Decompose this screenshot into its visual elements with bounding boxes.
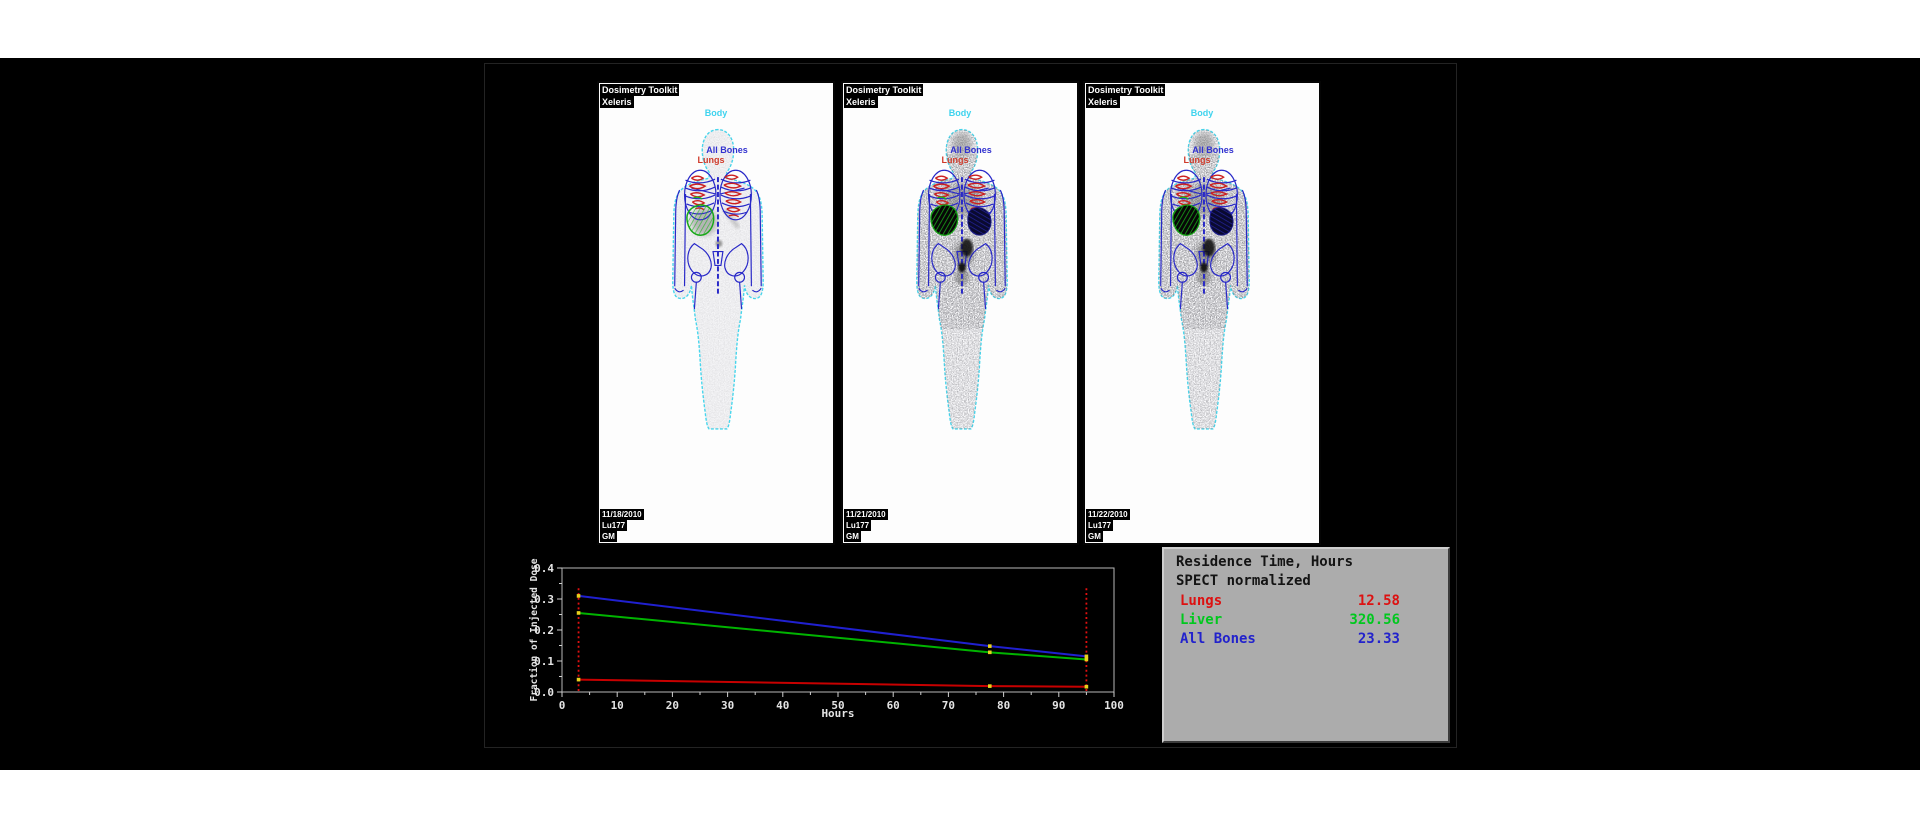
workspace: Body All Bones Lungs Dosimetry Toolkit X… bbox=[0, 58, 1920, 770]
svg-text:60: 60 bbox=[887, 699, 900, 712]
operator-label: GM bbox=[1086, 531, 1103, 542]
svg-text:100: 100 bbox=[1104, 699, 1124, 712]
dose-chart[interactable]: 01020304050607080901000.00.10.20.30.4Hou… bbox=[525, 556, 1125, 752]
panel-header-chips: Dosimetry Toolkit Xeleris bbox=[1086, 84, 1165, 108]
svg-text:80: 80 bbox=[997, 699, 1010, 712]
svg-text:90: 90 bbox=[1052, 699, 1065, 712]
body-contour-label: Body bbox=[843, 108, 1077, 118]
panel-footer-chips: 11/21/2010 Lu177 GM bbox=[844, 509, 888, 542]
organ-value: 12.58 bbox=[1358, 592, 1400, 611]
svg-text:0: 0 bbox=[559, 699, 566, 712]
isotope-label: Lu177 bbox=[600, 520, 627, 531]
system-label: Xeleris bbox=[1086, 96, 1120, 108]
svg-text:Hours: Hours bbox=[821, 707, 854, 720]
scan-date-label: 11/18/2010 bbox=[600, 509, 644, 520]
scan-panel-2[interactable]: Body All Bones Lungs Dosimetry Toolkit X… bbox=[841, 81, 1079, 545]
scan-date-label: 11/22/2010 bbox=[1086, 509, 1130, 520]
bones-contour-label: All Bones bbox=[843, 145, 1077, 155]
body-contour-label: Body bbox=[1085, 108, 1319, 118]
residence-row-bones: All Bones 23.33 bbox=[1164, 630, 1448, 649]
svg-text:20: 20 bbox=[666, 699, 679, 712]
scan-date-label: 11/21/2010 bbox=[844, 509, 888, 520]
screen: Body All Bones Lungs Dosimetry Toolkit X… bbox=[0, 0, 1920, 830]
isotope-label: Lu177 bbox=[844, 520, 871, 531]
svg-text:40: 40 bbox=[776, 699, 789, 712]
system-label: Xeleris bbox=[600, 96, 634, 108]
body-contour-label: Body bbox=[599, 108, 833, 118]
bones-contour-label: All Bones bbox=[1085, 145, 1319, 155]
toolkit-label: Dosimetry Toolkit bbox=[844, 84, 923, 96]
residence-subtitle: SPECT normalized bbox=[1164, 572, 1448, 591]
panel-footer-chips: 11/22/2010 Lu177 GM bbox=[1086, 509, 1130, 542]
svg-text:10: 10 bbox=[611, 699, 624, 712]
residence-time-panel: Residence Time, Hours SPECT normalized L… bbox=[1162, 547, 1450, 743]
svg-text:30: 30 bbox=[721, 699, 734, 712]
lungs-contour-label: Lungs bbox=[1085, 155, 1319, 165]
isotope-label: Lu177 bbox=[1086, 520, 1113, 531]
panel-footer-chips: 11/18/2010 Lu177 GM bbox=[600, 509, 644, 542]
svg-text:Fraction of Injected Dose: Fraction of Injected Dose bbox=[529, 558, 540, 701]
residence-row-lungs: Lungs 12.58 bbox=[1164, 592, 1448, 611]
scan-panel-3[interactable]: Body All Bones Lungs Dosimetry Toolkit X… bbox=[1083, 81, 1321, 545]
svg-text:70: 70 bbox=[942, 699, 955, 712]
organ-label: All Bones bbox=[1180, 630, 1256, 649]
toolkit-label: Dosimetry Toolkit bbox=[1086, 84, 1165, 96]
residence-rows: Lungs 12.58 Liver 320.56 All Bones 23.33 bbox=[1164, 592, 1448, 649]
toolkit-label: Dosimetry Toolkit bbox=[600, 84, 679, 96]
lungs-contour-label: Lungs bbox=[599, 155, 833, 165]
residence-title: Residence Time, Hours bbox=[1164, 553, 1448, 572]
operator-label: GM bbox=[844, 531, 861, 542]
operator-label: GM bbox=[600, 531, 617, 542]
organ-label: Lungs bbox=[1180, 592, 1222, 611]
bones-contour-label: All Bones bbox=[599, 145, 833, 155]
organ-value: 320.56 bbox=[1349, 611, 1400, 630]
organ-value: 23.33 bbox=[1358, 630, 1400, 649]
scan-panel-1[interactable]: Body All Bones Lungs Dosimetry Toolkit X… bbox=[597, 81, 835, 545]
panel-header-chips: Dosimetry Toolkit Xeleris bbox=[844, 84, 923, 108]
residence-row-liver: Liver 320.56 bbox=[1164, 611, 1448, 630]
panel-header-chips: Dosimetry Toolkit Xeleris bbox=[600, 84, 679, 108]
lungs-contour-label: Lungs bbox=[843, 155, 1077, 165]
system-label: Xeleris bbox=[844, 96, 878, 108]
organ-label: Liver bbox=[1180, 611, 1222, 630]
